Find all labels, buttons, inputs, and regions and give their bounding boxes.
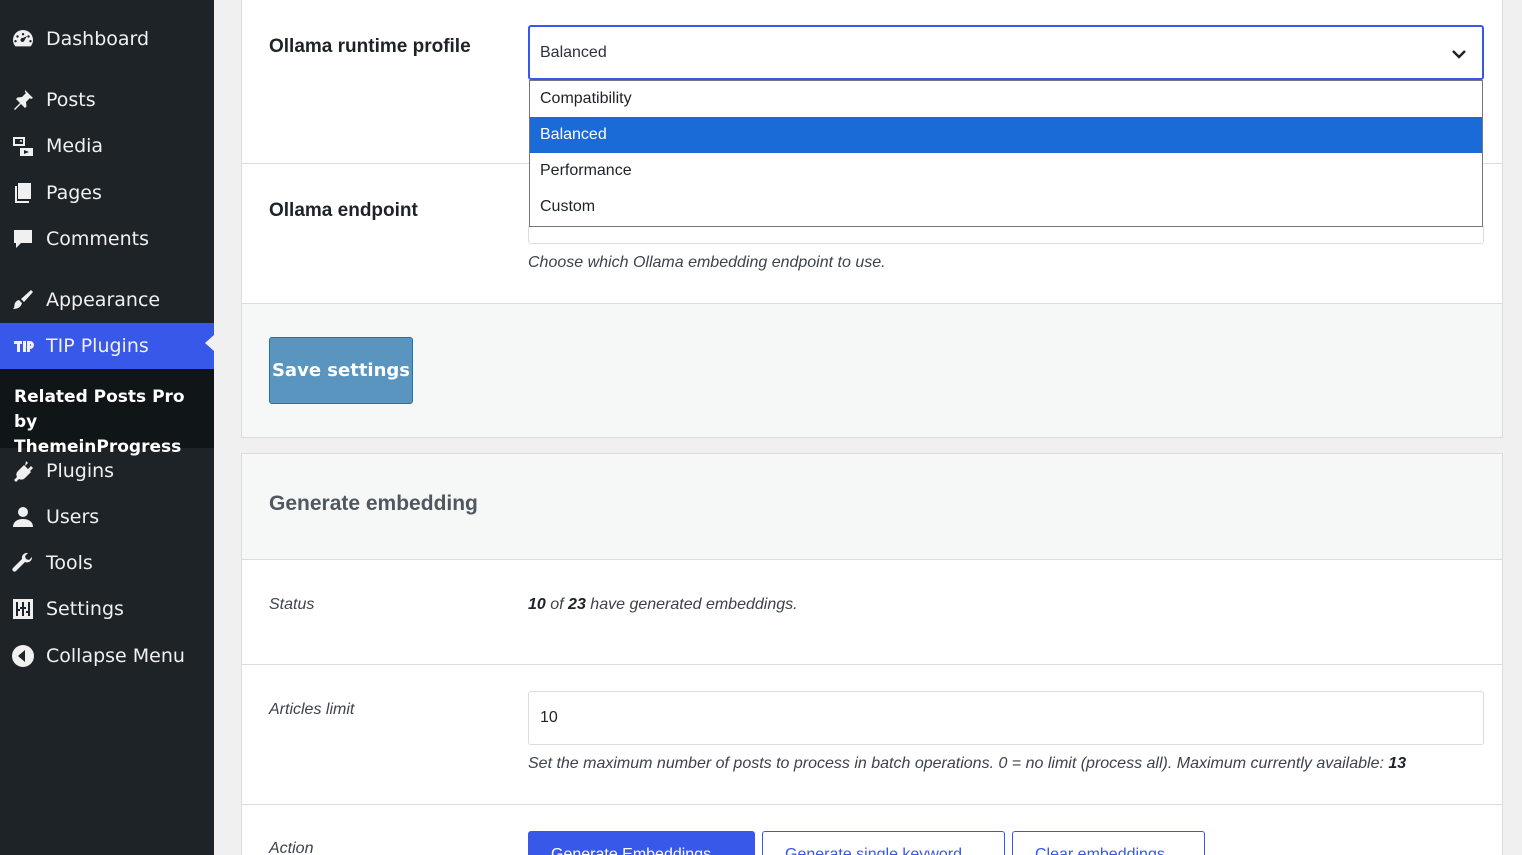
generate-embeddings-button[interactable]: Generate Embeddings (528, 831, 755, 855)
status-of: of (550, 596, 564, 613)
sidebar-item-appearance[interactable]: Appearance (0, 282, 214, 318)
sidebar-item-settings[interactable]: Settings (0, 591, 214, 627)
status-done-count: 10 (528, 596, 546, 613)
articles-limit-desc-text: Set the maximum number of posts to proce… (528, 755, 1384, 772)
endpoint-description: Choose which Ollama embedding endpoint t… (528, 254, 886, 271)
save-settings-button[interactable]: Save settings (269, 337, 413, 404)
sidebar-item-media[interactable]: Media (0, 128, 214, 164)
plug-icon (0, 459, 46, 483)
sidebar-item-label: Posts (46, 89, 96, 111)
pin-icon (0, 88, 46, 112)
status-text: 10 of 23 have generated embeddings. (528, 596, 798, 614)
option-balanced[interactable]: Balanced (530, 117, 1482, 153)
collapse-arrow-icon (0, 644, 46, 668)
comment-icon (0, 227, 46, 251)
tip-logo-icon (0, 334, 46, 358)
submenu-label: Related Posts Pro by ThemeinProgress (14, 387, 185, 457)
sidebar-item-dashboard[interactable]: Dashboard (0, 21, 214, 57)
sidebar-item-tip-plugins[interactable]: TIP Plugins (0, 323, 214, 369)
pages-icon (0, 181, 46, 205)
action-label: Action (269, 840, 314, 855)
sidebar-item-label: Users (46, 506, 100, 528)
option-custom[interactable]: Custom (530, 189, 1482, 225)
sliders-icon (0, 597, 46, 621)
runtime-profile-selected-value: Balanced (540, 43, 607, 61)
clear-embeddings-button[interactable]: Clear embeddings (1012, 831, 1205, 855)
sidebar-item-plugins[interactable]: Plugins (0, 453, 214, 489)
chevron-down-icon (1452, 50, 1466, 59)
submenu-related-posts-pro[interactable]: Related Posts Pro by ThemeinProgress (0, 369, 214, 457)
sidebar-item-label: Dashboard (46, 28, 150, 50)
articles-limit-value: 10 (540, 709, 558, 726)
runtime-profile-select[interactable]: Balanced (528, 25, 1484, 80)
dashboard-icon (0, 27, 46, 51)
row-divider (242, 804, 1502, 805)
sidebar-item-label: TIP Plugins (46, 335, 149, 357)
status-label: Status (269, 596, 315, 613)
sidebar-item-users[interactable]: Users (0, 499, 214, 535)
sidebar-item-tools[interactable]: Tools (0, 545, 214, 581)
option-performance[interactable]: Performance (530, 153, 1482, 189)
media-icon (0, 134, 46, 158)
admin-sidebar: Dashboard Posts Media Pages Comments App… (0, 0, 214, 855)
status-total-count: 23 (568, 596, 586, 613)
sidebar-item-label: Plugins (46, 460, 115, 482)
endpoint-select[interactable] (528, 226, 1484, 244)
brush-icon (0, 288, 46, 312)
sidebar-item-label: Settings (46, 598, 124, 620)
row-divider (242, 664, 1502, 665)
wrench-icon (0, 551, 46, 575)
status-suffix: have generated embeddings. (590, 596, 798, 613)
articles-limit-label: Articles limit (269, 701, 355, 718)
generate-single-keyword-button[interactable]: Generate single keyword (762, 831, 1005, 855)
articles-limit-description: Set the maximum number of posts to proce… (528, 755, 1406, 773)
sidebar-item-label: Tools (46, 552, 93, 574)
option-compatibility[interactable]: Compatibility (530, 81, 1482, 117)
endpoint-label: Ollama endpoint (269, 200, 418, 221)
sidebar-item-label: Media (46, 135, 104, 157)
sidebar-item-pages[interactable]: Pages (0, 175, 214, 211)
articles-limit-input[interactable]: 10 (528, 691, 1484, 745)
sidebar-item-label: Collapse Menu (46, 645, 185, 667)
runtime-profile-label: Ollama runtime profile (269, 36, 471, 57)
sidebar-item-comments[interactable]: Comments (0, 221, 214, 257)
settings-footer (242, 304, 1502, 437)
row-divider (242, 559, 1502, 560)
collapse-menu-button[interactable]: Collapse Menu (0, 638, 214, 674)
user-icon (0, 505, 46, 529)
active-arrow-indicator (205, 335, 214, 351)
runtime-profile-dropdown: Compatibility Balanced Performance Custo… (529, 80, 1483, 227)
sidebar-item-label: Appearance (46, 289, 161, 311)
sidebar-item-posts[interactable]: Posts (0, 82, 214, 118)
articles-limit-max: 13 (1388, 755, 1407, 772)
sidebar-item-label: Pages (46, 182, 102, 204)
sidebar-item-label: Comments (46, 228, 149, 250)
embedding-section-title: Generate embedding (269, 492, 478, 515)
